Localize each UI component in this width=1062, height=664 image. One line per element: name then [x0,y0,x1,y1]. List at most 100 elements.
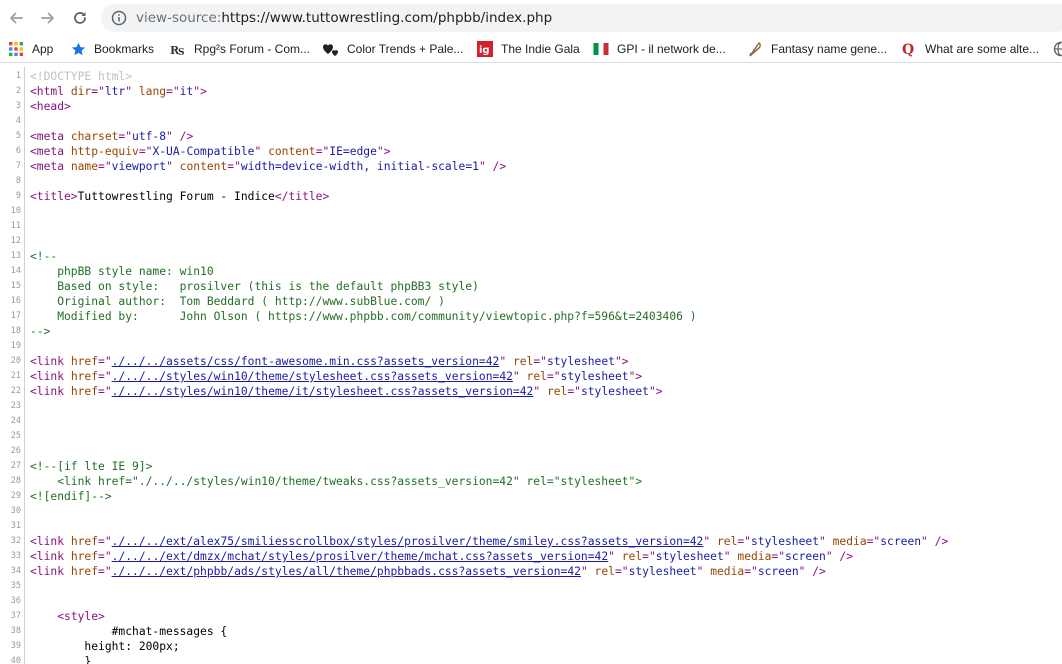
line-number: 26 [10,446,21,456]
apps-grid-icon [8,41,24,57]
line-code: <head> [30,99,71,114]
line-code: <link href="./../../styles/win10/theme/s… [30,369,642,384]
line-code: <!DOCTYPE html> [30,69,132,84]
code-token: rel [546,385,568,398]
line-number: 9 [15,191,21,201]
code-token: <!DOCTYPE html> [30,70,133,83]
source-line: 21 <link href="./../../styles/win10/theme… [0,369,1062,384]
code-token: media [832,535,867,548]
line-number: 23 [10,401,21,411]
italy-flag-icon [593,41,609,57]
code-token: } [30,655,92,664]
back-arrow-icon [10,12,23,24]
svg-text:ig: ig [479,45,490,56]
code-token: " [580,565,595,578]
url-text[interactable]: view-source:https://www.tuttowrestling.c… [136,9,552,27]
source-line: 32 <link href="./../../ext/alex75/smilies… [0,534,1062,549]
code-token: <html [30,85,71,98]
bookmark-overflow[interactable] [1053,40,1062,58]
code-token: lang [138,85,167,98]
code-token: =" [315,145,330,158]
code-token: =" [98,160,112,173]
code-token: " [254,145,269,158]
bookmark-rpg-forum[interactable]: RS Rpg²s Forum - Com... [170,40,310,58]
source-link[interactable]: ./../../ext/dmzx/mchat/styles/prosilver/… [112,550,609,563]
line-number: 11 [10,221,21,231]
code-token: =" [166,85,180,98]
code-token: <link [30,565,71,578]
code-token: " [533,385,547,398]
code-token: media [710,565,745,578]
code-token: =" [91,85,105,98]
code-token: stylesheet [580,385,649,398]
source-line: 34 <link href="./../../ext/phpbb/ads/styl… [0,564,1062,579]
code-token: <meta [30,145,71,158]
code-token: Modified by: John Olson ( https://www.ph… [30,310,697,323]
source-link[interactable]: ./../../assets/css/font-awesome.min.css?… [112,355,500,368]
source-line: 4 [0,114,1062,129]
code-token: " [723,550,738,563]
forward-button[interactable] [36,6,60,30]
line-code: <link href="./../../ext/phpbb/ads/styles… [30,564,826,579]
bookmark-bookmarks[interactable]: Bookmarks [70,40,154,58]
line-code: <link href="./../../ext/dmzx/mchat/style… [30,549,853,564]
line-number: 18 [10,326,21,336]
code-token: Original author: Tom Beddard ( http://ww… [30,295,445,308]
line-number: 33 [10,551,21,561]
code-token: screen [785,550,826,563]
code-token: " /> [825,550,854,563]
source-line: 6 <meta http-equiv="X-UA-Compatible" cont… [0,144,1062,159]
code-token: <head> [30,100,71,113]
code-token: Tuttowrestling Forum - Indice [77,190,275,203]
code-token: </title> [274,190,330,203]
source-line: 14 phpBB style name: win10 [0,264,1062,279]
bookmark-color-trends[interactable]: Color Trends + Pale... [323,40,463,58]
source-link[interactable]: ./../../styles/win10/theme/it/stylesheet… [112,385,534,398]
bookmark-quora[interactable]: Q What are some alte... [901,40,1039,58]
bookmark-label: The Indie Gala [501,42,580,56]
line-code: <meta charset="utf-8" /> [30,129,193,144]
line-code: <link href="./../../ext/alex75/smiliessc… [30,534,948,549]
line-number: 8 [15,176,21,186]
source-link[interactable]: ./../../ext/alex75/smiliesscrollbox/styl… [112,535,704,548]
bookmark-gpi[interactable]: GPI - il network de... [593,40,726,58]
bookmark-label: Color Trends + Pale... [347,42,464,56]
code-token: ltr [104,85,126,98]
line-number: 22 [10,386,21,396]
code-token: <title> [30,190,78,203]
source-line: 38 #mchat-messages { [0,624,1062,639]
source-view[interactable]: 1 <!DOCTYPE html> 2 <html dir="ltr" lang="i… [0,67,1062,664]
reload-button[interactable] [68,6,92,30]
code-token: content [179,160,228,173]
address-bar[interactable]: view-source:https://www.tuttowrestling.c… [101,4,1062,32]
line-number: 21 [10,371,21,381]
code-token: <![endif]--> [30,490,112,503]
source-line: 1 <!DOCTYPE html> [0,69,1062,84]
code-token: =" [533,355,547,368]
code-token: =" [642,550,656,563]
bookmark-indie-gala[interactable]: ig The Indie Gala [477,40,580,58]
source-link[interactable]: ./../../styles/win10/theme/stylesheet.cs… [112,370,513,383]
source-link[interactable]: ./../../ext/phpbb/ads/styles/all/theme/p… [112,565,581,578]
code-token: =" [98,370,112,383]
bookmark-app[interactable]: App [8,40,53,58]
svg-text:S: S [178,48,185,57]
line-number: 4 [15,116,21,126]
code-token: <link [30,370,71,383]
code-token: =" [546,370,561,383]
code-token: viewport [111,160,167,173]
hearts-icon [323,41,339,57]
code-token: phpBB style name: win10 [30,265,214,278]
site-info-icon[interactable] [110,9,128,27]
forward-arrow-icon [41,12,54,24]
code-token: stylesheet [560,370,629,383]
line-number: 34 [10,566,21,576]
back-button[interactable] [4,6,28,30]
code-token: href [70,550,99,563]
code-token: X-UA-Compatible [152,145,255,158]
code-token: IE=edge [329,145,377,158]
line-number: 14 [10,266,21,276]
code-token: rel [526,370,547,383]
bookmark-fantasy-name[interactable]: Fantasy name gene... [747,40,887,58]
line-code: #mchat-messages { [30,624,228,639]
